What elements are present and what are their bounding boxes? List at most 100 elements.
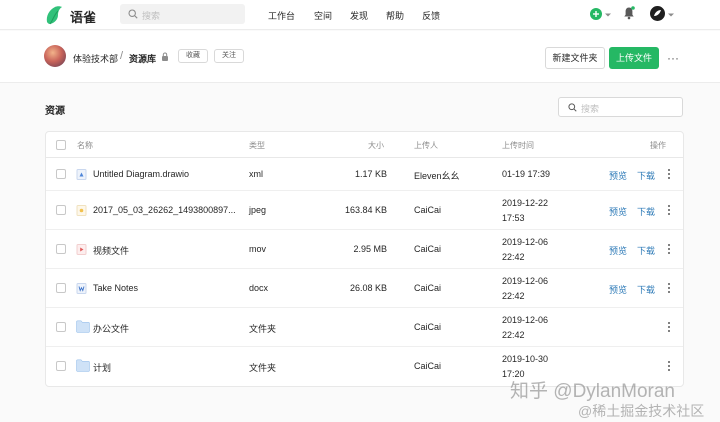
uploader: CaiCai [414, 361, 442, 371]
resource-search-input[interactable]: 搜索 [558, 97, 683, 117]
global-search-input[interactable]: 搜索 [120, 4, 245, 24]
nav-help[interactable]: 帮助 [386, 9, 404, 22]
resource-table: 名称 类型 大小 上传人 上传时间 操作 Untitled Diagram.dr… [45, 131, 684, 387]
file-size: 26.08 KB [349, 283, 387, 293]
resource-search-placeholder: 搜索 [581, 104, 600, 114]
row-more-icon[interactable] [667, 361, 671, 373]
download-link[interactable]: 下载 [637, 244, 655, 257]
more-options-button[interactable]: ··· [667, 51, 679, 65]
table-row[interactable]: Take Notes docx 26.08 KB CaiCai 2019-12-… [46, 269, 683, 308]
top-navbar: 语雀 搜索 工作台 空间 发现 帮助 反馈 [0, 0, 720, 30]
file-type: docx [249, 283, 269, 293]
upload-clock: 22:42 [502, 330, 525, 340]
upload-file-button[interactable]: 上传文件 [609, 47, 659, 69]
nav-spaces[interactable]: 空间 [314, 9, 332, 22]
brand-name[interactable]: 语雀 [70, 7, 96, 26]
section-title: 资源 [45, 106, 65, 117]
breadcrumb-team[interactable]: 体验技术部 [73, 52, 118, 65]
image-file-icon [76, 205, 87, 216]
table-row[interactable]: 办公文件 文件夹 CaiCai 2019-12-06 22:42 [46, 308, 683, 347]
row-more-icon[interactable] [667, 205, 671, 217]
table-row[interactable]: Untitled Diagram.drawio xml 1.17 KB Elev… [46, 158, 683, 191]
download-link[interactable]: 下载 [637, 205, 655, 218]
preview-link[interactable]: 预览 [609, 169, 627, 182]
download-link[interactable]: 下载 [637, 283, 655, 296]
folder-icon [76, 359, 90, 372]
avatar-leaf-icon [654, 10, 661, 16]
row-more-icon[interactable] [667, 283, 671, 295]
uploader: Eleven幺幺 [414, 171, 460, 181]
file-size: 2.95 MB [353, 244, 387, 254]
folder-icon [76, 320, 90, 333]
uploader: CaiCai [414, 283, 442, 293]
file-name[interactable]: Take Notes [93, 283, 138, 293]
folder-name[interactable]: 计划 [93, 361, 111, 374]
nav-workbench[interactable]: 工作台 [268, 9, 295, 22]
row-more-icon[interactable] [667, 322, 671, 334]
table-row[interactable]: 视频文件 mov 2.95 MB CaiCai 2019-12-06 22:42… [46, 230, 683, 269]
uploader: CaiCai [414, 205, 442, 215]
column-upload-time[interactable]: 上传时间 [502, 140, 534, 151]
column-type[interactable]: 类型 [249, 140, 265, 151]
uploader: CaiCai [414, 322, 442, 332]
file-size: 163.84 KB [344, 205, 387, 215]
column-size[interactable]: 大小 [368, 140, 384, 151]
upload-date: 2019-12-22 [502, 198, 549, 208]
video-file-icon [76, 244, 87, 255]
column-actions: 操作 [650, 141, 666, 150]
table-row[interactable]: 2017_05_03_26262_1493800897... jpeg 163.… [46, 191, 683, 230]
lock-icon [162, 52, 168, 61]
search-icon [128, 9, 138, 19]
select-all-checkbox[interactable] [56, 140, 66, 150]
breadcrumb-library[interactable]: 资源库 [129, 52, 156, 65]
upload-date: 2019-12-06 [502, 315, 549, 325]
team-avatar[interactable] [44, 45, 66, 67]
favorite-button[interactable]: 收藏 [178, 49, 208, 63]
column-name[interactable]: 名称 [77, 140, 93, 151]
preview-link[interactable]: 预览 [609, 205, 627, 218]
row-more-icon[interactable] [667, 244, 671, 256]
row-checkbox[interactable] [56, 283, 66, 293]
row-checkbox[interactable] [56, 322, 66, 332]
follow-button[interactable]: 关注 [214, 49, 244, 63]
drawio-file-icon [76, 169, 87, 180]
user-avatar[interactable] [650, 6, 665, 21]
row-checkbox[interactable] [56, 205, 66, 215]
upload-clock: 22:42 [502, 291, 525, 301]
file-size: 1.17 KB [354, 169, 387, 179]
new-folder-button[interactable]: 新建文件夹 [545, 47, 605, 69]
yuque-logo-icon[interactable] [44, 4, 64, 25]
upload-time: 01-19 17:39 [502, 169, 551, 179]
column-uploader[interactable]: 上传人 [414, 140, 438, 151]
upload-clock: 17:53 [502, 213, 525, 223]
nav-feedback[interactable]: 反馈 [422, 9, 440, 22]
file-name[interactable]: 视频文件 [93, 244, 129, 257]
add-circle-icon[interactable] [590, 8, 602, 20]
file-name[interactable]: Untitled Diagram.drawio [93, 169, 189, 179]
upload-date: 2019-10-30 [502, 354, 549, 364]
bell-icon[interactable] [623, 6, 635, 20]
search-icon [568, 103, 577, 112]
nav-discover[interactable]: 发现 [350, 9, 368, 22]
uploader: CaiCai [414, 244, 442, 254]
chevron-down-icon[interactable] [604, 12, 612, 18]
chevron-down-icon[interactable] [667, 12, 675, 18]
file-type: 文件夹 [249, 363, 277, 373]
row-checkbox[interactable] [56, 361, 66, 371]
row-checkbox[interactable] [56, 244, 66, 254]
table-header: 名称 类型 大小 上传人 上传时间 操作 [46, 132, 683, 158]
folder-name[interactable]: 办公文件 [93, 322, 129, 335]
file-type: mov [249, 244, 267, 254]
preview-link[interactable]: 预览 [609, 283, 627, 296]
row-more-icon[interactable] [667, 169, 671, 181]
main-nav: 工作台 空间 发现 帮助 反馈 [268, 9, 458, 22]
preview-link[interactable]: 预览 [609, 244, 627, 257]
library-header: 体验技术部 / 资源库 收藏 关注 新建文件夹 上传文件 ··· [0, 31, 720, 83]
download-link[interactable]: 下载 [637, 169, 655, 182]
file-type: xml [249, 169, 263, 179]
file-name[interactable]: 2017_05_03_26262_1493800897... [93, 205, 236, 215]
watermark-zhihu: 知乎 @DylanMoran [510, 381, 675, 402]
row-checkbox[interactable] [56, 169, 66, 179]
global-search-placeholder: 搜索 [142, 11, 161, 21]
file-type: jpeg [249, 205, 267, 215]
